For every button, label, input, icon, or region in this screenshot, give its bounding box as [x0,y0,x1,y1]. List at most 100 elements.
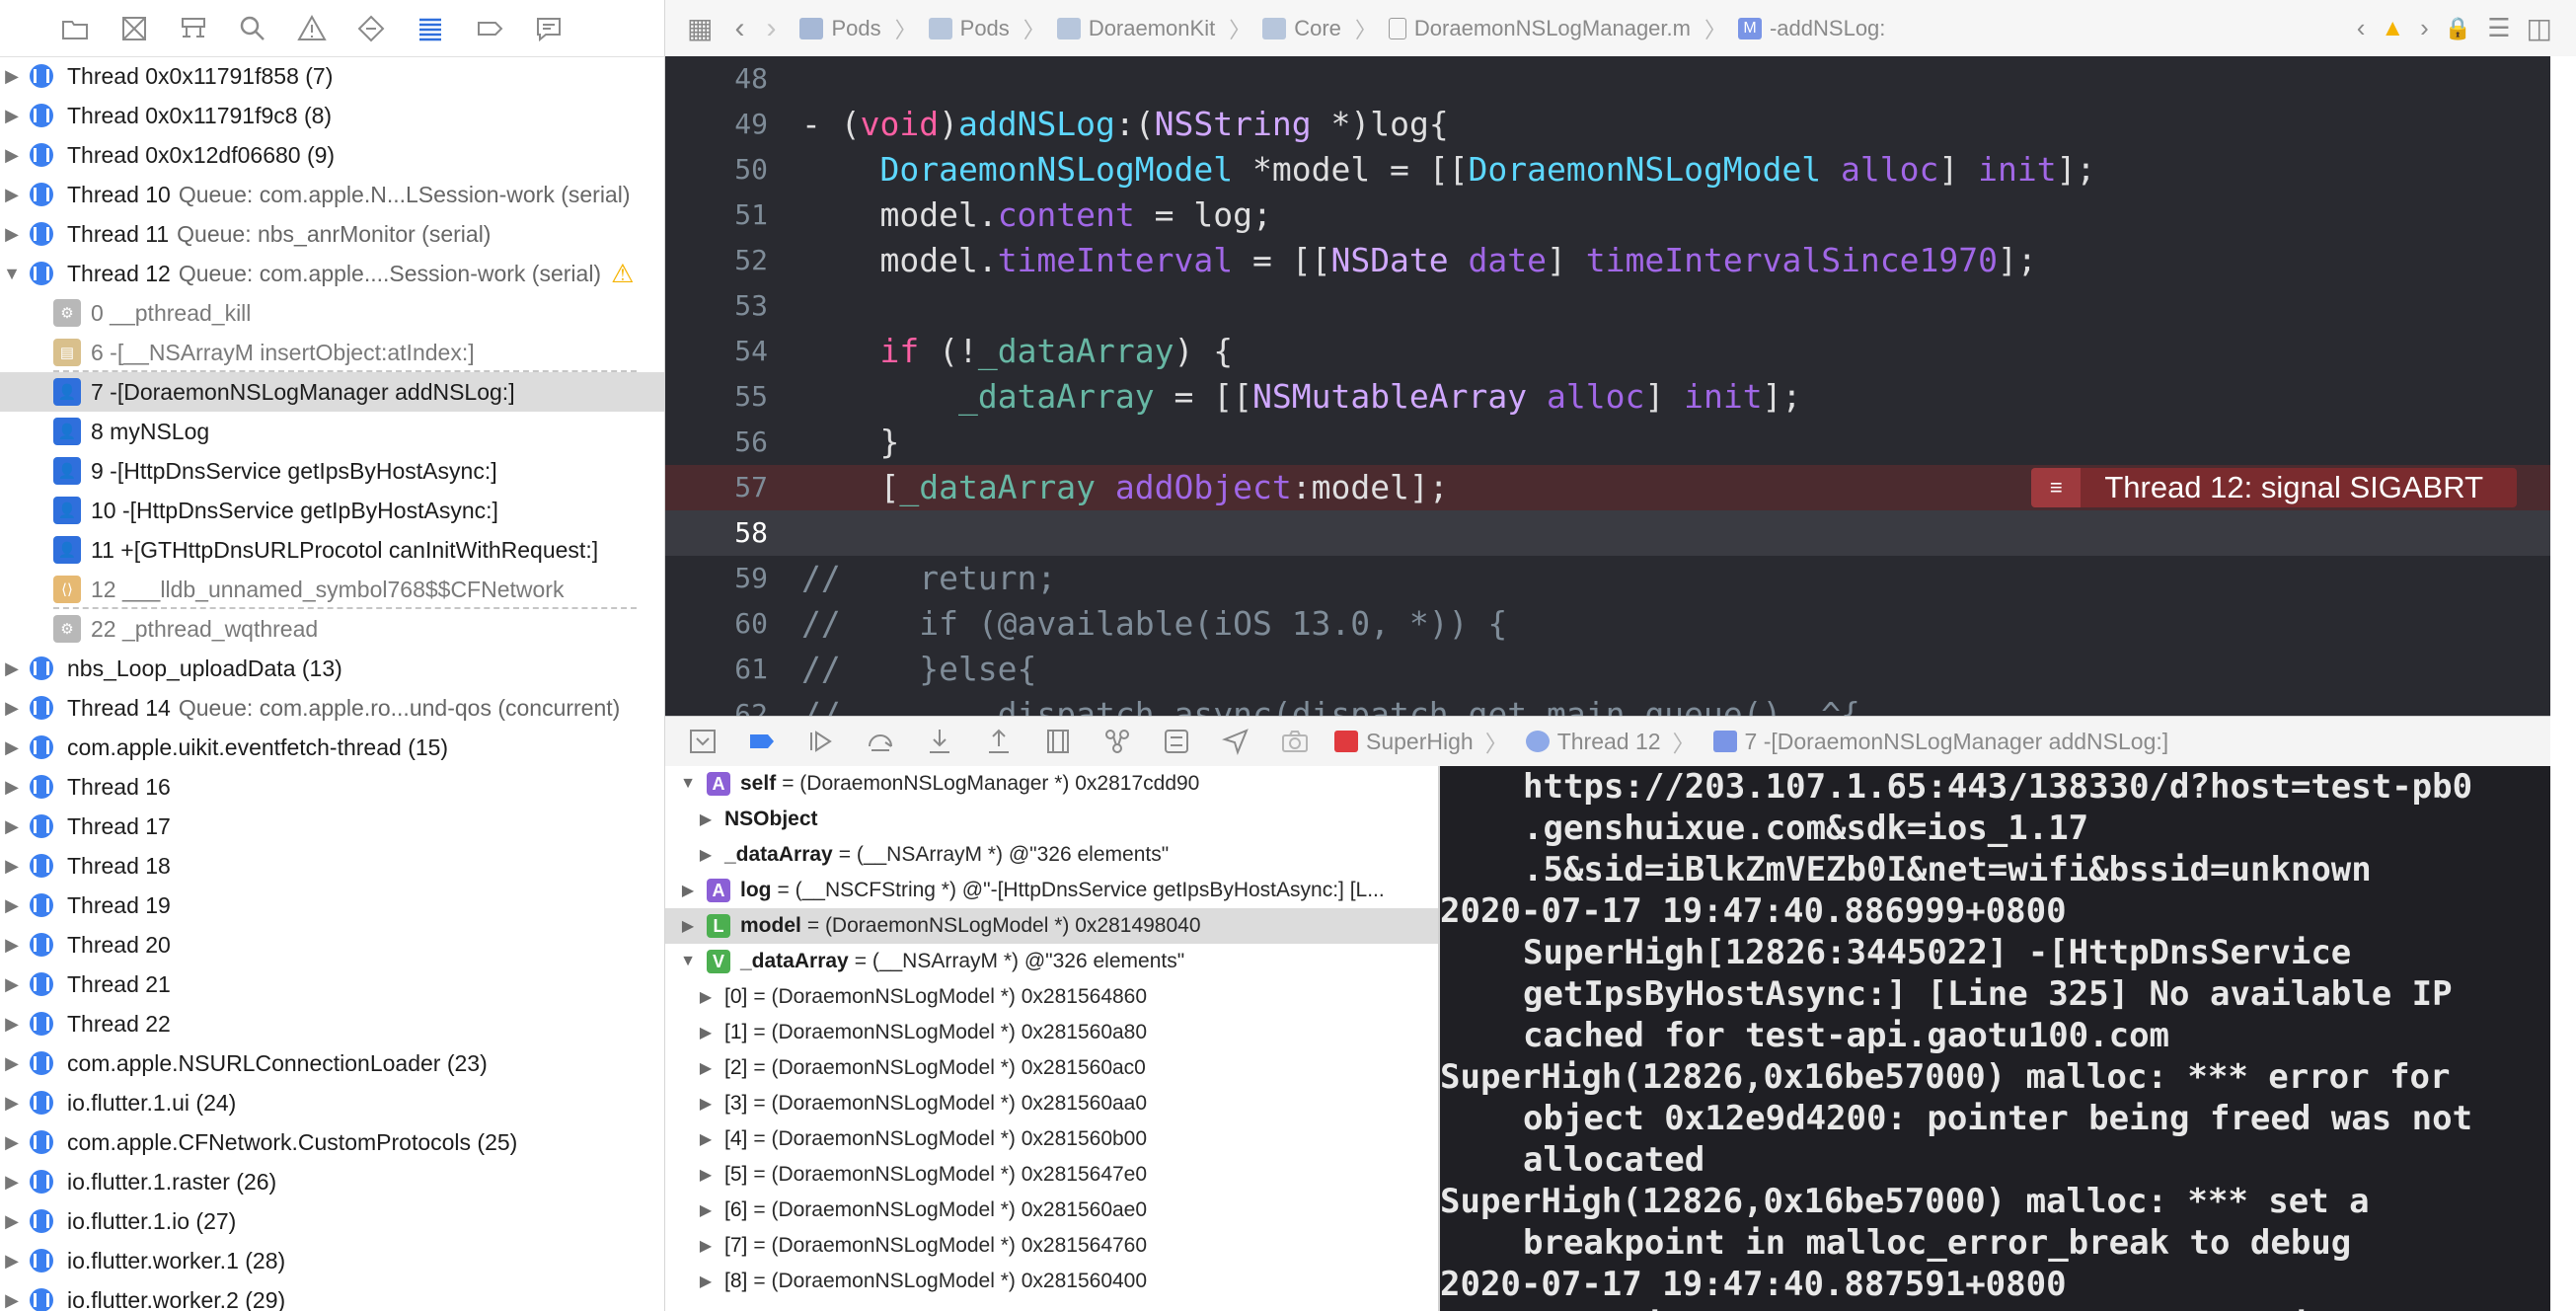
thread-row[interactable]: ▶ io.flutter.1.ui (24) [0,1083,664,1122]
disclosure-collapsed-icon[interactable]: ▶ [0,935,24,956]
find-navigator-icon[interactable] [233,9,272,48]
thread-row[interactable]: ▶ Thread 19 [0,886,664,925]
disclosure-collapsed-icon[interactable]: ▶ [695,1129,717,1149]
disclosure-collapsed-icon[interactable]: ▶ [0,1014,24,1035]
disclosure-collapsed-icon[interactable]: ▶ [0,185,24,205]
thread-row[interactable]: ▶ Thread 22 [0,1004,664,1043]
issue-navigator-icon[interactable] [292,9,332,48]
report-navigator-icon[interactable] [529,9,568,48]
stack-frame-row[interactable]: 👤 11 +[GTHttpDnsURLProcotol canInitWithRe… [0,530,664,570]
environment-overrides-icon[interactable] [1155,720,1198,763]
disclosure-collapsed-icon[interactable]: ▶ [0,1132,24,1153]
code-line[interactable]: 62 // dispatch_async(dispatch_get_main_qu… [665,692,2550,716]
step-into-icon[interactable] [918,720,961,763]
disclosure-collapsed-icon[interactable]: ▶ [0,1290,24,1311]
thread-row[interactable]: ▶ Thread 21 [0,964,664,1004]
debug-breadcrumb-item[interactable]: Thread 12 〉 [1525,725,1704,758]
disclosure-collapsed-icon[interactable]: ▶ [0,737,24,758]
stack-frame-row[interactable]: 👤 9 -[HttpDnsService getIpsByHostAsync:] [0,451,664,491]
capture-gpu-icon[interactable] [1273,720,1317,763]
thread-row[interactable]: ▶ Thread 17 [0,807,664,846]
step-over-icon[interactable] [859,720,902,763]
disclosure-collapsed-icon[interactable]: ▶ [695,1094,717,1114]
stack-frame-row[interactable]: ⚙ 0 __pthread_kill [0,293,664,333]
disclosure-collapsed-icon[interactable]: ▶ [0,1251,24,1272]
disclosure-collapsed-icon[interactable]: ▶ [0,106,24,126]
breadcrumb-item[interactable]: DoraemonKit 〉 [1056,13,1250,44]
disclosure-collapsed-icon[interactable]: ▶ [0,1172,24,1193]
related-items-icon[interactable]: ▦ [687,12,713,44]
stack-frame-row[interactable]: 👤 8 myNSLog [0,412,664,451]
disclosure-collapsed-icon[interactable]: ▶ [0,66,24,87]
thread-row[interactable]: ▶ Thread 18 [0,846,664,886]
warning-icon[interactable]: ▲ [2381,15,2404,42]
thread-row[interactable]: ▶ Thread 0x0x12df06680 (9) [0,135,664,175]
disclosure-collapsed-icon[interactable]: ▶ [695,1023,717,1042]
lock-icon[interactable]: 🔒 [2445,16,2471,41]
stack-frame-row[interactable]: ⟨⟩ 12 ___lldb_unnamed_symbol768$$CFNetwor… [0,570,664,609]
variable-row[interactable]: ▶ [1] = (DoraemonNSLogModel *) 0x281560a80 [665,1015,1439,1050]
thread-row[interactable]: ▶ Thread 14 Queue: com.apple.ro...und-qos … [0,688,664,728]
memory-graph-icon[interactable] [1096,720,1139,763]
source-control-navigator-icon[interactable] [114,9,154,48]
breadcrumb-item[interactable]: M -addNSLog: [1737,16,1885,41]
debug-breadcrumb-item[interactable]: SuperHigh 〉 [1334,725,1516,758]
project-navigator-icon[interactable] [55,9,95,48]
thread-row[interactable]: ▼ Thread 12 Queue: com.apple....Session-wo… [0,254,664,293]
simulate-location-icon[interactable] [1214,720,1257,763]
thread-row[interactable]: ▶ Thread 20 [0,925,664,964]
code-line[interactable]: 50 DoraemonNSLogModel *model = [[Doraemo… [665,147,2550,193]
disclosure-collapsed-icon[interactable]: ▶ [695,1272,717,1291]
code-line[interactable]: 57 [_dataArray addObject:model]; ≡ Thread … [665,465,2550,510]
disclosure-collapsed-icon[interactable]: ▶ [0,974,24,995]
symbol-navigator-icon[interactable] [174,9,213,48]
code-line[interactable]: 52 model.timeInterval = [[NSDate date] t… [665,238,2550,283]
forward-button[interactable]: › [766,12,776,45]
thread-row[interactable]: ▶ com.apple.uikit.eventfetch-thread (15) [0,728,664,767]
thread-row[interactable]: ▶ Thread 10 Queue: com.apple.N...LSession-… [0,175,664,214]
disclosure-collapsed-icon[interactable]: ▶ [0,816,24,837]
disclosure-expanded-icon[interactable]: ▼ [677,953,699,970]
disclosure-collapsed-icon[interactable]: ▶ [695,1236,717,1256]
disclosure-collapsed-icon[interactable]: ▶ [0,1053,24,1074]
previous-issue-button[interactable]: ‹ [2357,13,2366,43]
variable-row[interactable]: ▶ _dataArray = (__NSArrayM *) @"326 elemen… [665,837,1439,873]
stack-frame-row[interactable]: ⚙ 22 _pthread_wqthread [0,609,664,649]
breakpoint-navigator-icon[interactable] [470,9,509,48]
disclosure-collapsed-icon[interactable]: ▶ [0,224,24,245]
variable-row[interactable]: ▼ V _dataArray = (__NSArrayM *) @"326 eleme… [665,944,1439,979]
stack-frame-row[interactable]: 👤 10 -[HttpDnsService getIpByHostAsync:] [0,491,664,530]
thread-row[interactable]: ▶ Thread 11 Queue: nbs_anrMonitor (serial) [0,214,664,254]
test-navigator-icon[interactable] [351,9,391,48]
disclosure-collapsed-icon[interactable]: ▶ [0,856,24,877]
step-out-icon[interactable] [977,720,1021,763]
code-line[interactable]: 59 // return; [665,556,2550,601]
variable-row[interactable]: ▶ [5] = (DoraemonNSLogModel *) 0x2815647e0 [665,1157,1439,1193]
thread-row[interactable]: ▶ Thread 16 [0,767,664,807]
thread-row[interactable]: ▶ io.flutter.1.io (27) [0,1201,664,1241]
code-line[interactable]: 51 model.content = log; [665,193,2550,238]
code-line[interactable]: 61 // }else{ [665,647,2550,692]
back-button[interactable]: ‹ [734,12,744,45]
disclosure-collapsed-icon[interactable]: ▶ [677,916,699,936]
continue-icon[interactable] [799,720,843,763]
variable-row[interactable]: ▶ [6] = (DoraemonNSLogModel *) 0x281560ae0 [665,1193,1439,1228]
disclosure-collapsed-icon[interactable]: ▶ [0,698,24,719]
code-line[interactable]: 55 _dataArray = [[NSMutableArray alloc] … [665,374,2550,420]
disclosure-collapsed-icon[interactable]: ▶ [0,777,24,798]
variable-row[interactable]: ▼ Aself = (DoraemonNSLogManager *) 0x2817c… [665,766,1439,802]
variables-view[interactable]: ▼ Aself = (DoraemonNSLogManager *) 0x2817c… [665,766,1439,1311]
disclosure-collapsed-icon[interactable]: ▶ [695,1058,717,1078]
editor-scrollbar[interactable] [2550,56,2576,716]
disclosure-collapsed-icon[interactable]: ▶ [695,1200,717,1220]
breakpoints-toggle-icon[interactable] [740,720,784,763]
thread-row[interactable]: ▶ Thread 0x0x11791f858 (7) [0,56,664,96]
console-output[interactable]: https://203.107.1.65:443/138330/d?host=t… [1440,766,2550,1311]
error-annotation[interactable]: ≡ Thread 12: signal SIGABRT [2031,468,2517,507]
code-line[interactable]: 56 } [665,420,2550,465]
variable-row[interactable]: ▶ [2] = (DoraemonNSLogModel *) 0x281560ac0 [665,1050,1439,1086]
code-line[interactable]: 49 - (void)addNSLog:(NSString *)log{ [665,102,2550,147]
disclosure-collapsed-icon[interactable]: ▶ [0,145,24,166]
stack-frame-row[interactable]: ▤ 6 -[__NSArrayM insertObject:atIndex:] [0,333,664,372]
thread-row[interactable]: ▶ Thread 0x0x11791f9c8 (8) [0,96,664,135]
